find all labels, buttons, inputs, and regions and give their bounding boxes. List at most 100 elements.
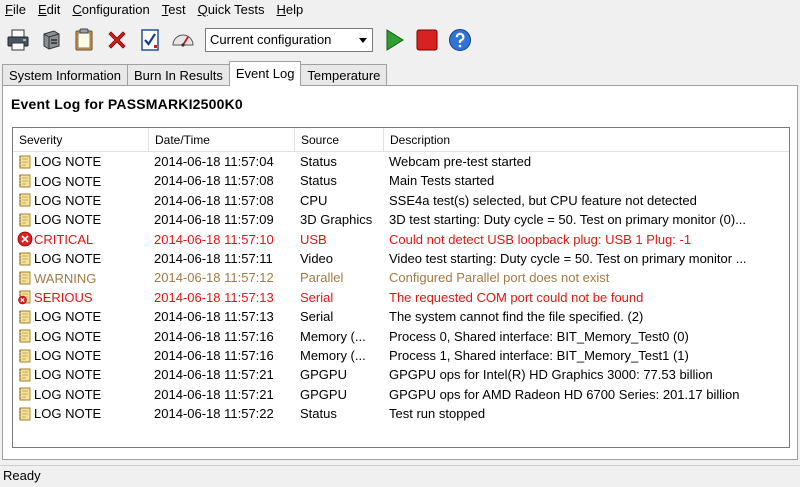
table-row[interactable]: LOG NOTE 2014-06-18 11:57:22 Status Test ru… bbox=[13, 404, 789, 423]
list-body: LOG NOTE 2014-06-18 11:57:04 Status Webcam … bbox=[13, 152, 789, 423]
severity-cell: LOG NOTE bbox=[13, 385, 149, 404]
datetime-cell: 2014-06-18 11:57:09 bbox=[154, 212, 274, 228]
table-row[interactable]: LOG NOTE 2014-06-18 11:57:08 CPU SSE4a test… bbox=[13, 191, 789, 210]
severity-cell: CRITICAL bbox=[13, 230, 149, 249]
description-cell: Configured Parallel port does not exist bbox=[389, 270, 610, 286]
table-row[interactable]: LOG NOTE 2014-06-18 11:57:21 GPGPU GPGPU op… bbox=[13, 365, 789, 384]
severity-label: LOG NOTE bbox=[34, 367, 102, 383]
column-header-description[interactable]: Description bbox=[384, 128, 789, 151]
table-row[interactable]: LOG NOTE 2014-06-18 11:57:08 Status Main Te… bbox=[13, 171, 789, 190]
datetime-cell: 2014-06-18 11:57:10 bbox=[154, 231, 274, 247]
device-icon bbox=[43, 30, 60, 50]
table-row[interactable]: LOG NOTE 2014-06-18 11:57:09 3D Graphics 3D… bbox=[13, 210, 789, 229]
stop-button[interactable] bbox=[412, 25, 442, 55]
column-header-severity[interactable]: Severity bbox=[13, 128, 149, 151]
column-header-datetime[interactable]: Date/Time bbox=[149, 128, 295, 151]
severity-label: LOG NOTE bbox=[34, 192, 102, 208]
description-cell: SSE4a test(s) selected, but CPU feature … bbox=[389, 192, 697, 208]
print-button[interactable] bbox=[3, 25, 33, 55]
table-row[interactable]: SERIOUS 2014-06-18 11:57:13 Serial The requ… bbox=[13, 288, 789, 307]
run-button[interactable] bbox=[379, 25, 409, 55]
menu-test[interactable]: Test bbox=[156, 1, 192, 19]
delete-button[interactable] bbox=[102, 25, 132, 55]
description-cell: The requested COM port could not be foun… bbox=[389, 289, 644, 305]
datetime-cell: 2014-06-18 11:57:12 bbox=[154, 270, 274, 286]
table-row[interactable]: WARNING 2014-06-18 11:57:12 Parallel Config… bbox=[13, 268, 789, 287]
menu-bar: File Edit Configuration Test Quick Tests… bbox=[0, 0, 800, 20]
menu-file[interactable]: File bbox=[0, 1, 32, 19]
source-cell: Status bbox=[300, 406, 337, 422]
help-button[interactable] bbox=[445, 25, 475, 55]
severity-label: LOG NOTE bbox=[34, 154, 102, 170]
tab-burn-in-results[interactable]: Burn In Results bbox=[127, 64, 230, 86]
log-note-icon bbox=[19, 349, 31, 363]
log-note-icon bbox=[19, 194, 31, 207]
severity-label: LOG NOTE bbox=[34, 406, 102, 422]
severity-label: CRITICAL bbox=[34, 231, 94, 247]
log-note-icon bbox=[19, 252, 31, 266]
play-icon bbox=[386, 29, 404, 51]
severity-label: LOG NOTE bbox=[34, 251, 102, 267]
severity-label: LOG NOTE bbox=[34, 348, 102, 364]
severity-cell: WARNING bbox=[13, 268, 149, 287]
log-note-icon bbox=[19, 310, 31, 324]
toolbar: Current configuration bbox=[0, 21, 800, 59]
datetime-cell: 2014-06-18 11:57:22 bbox=[154, 406, 274, 422]
status-text: Ready bbox=[3, 468, 41, 483]
tab-system-information[interactable]: System Information bbox=[2, 64, 128, 86]
source-cell: 3D Graphics bbox=[300, 212, 373, 228]
description-cell: Could not detect USB loopback plug: USB … bbox=[389, 231, 692, 247]
menu-help[interactable]: Help bbox=[271, 1, 310, 19]
event-log-list[interactable]: Severity Date/Time Source Description LO… bbox=[12, 127, 790, 448]
source-cell: USB bbox=[300, 231, 327, 247]
severity-cell: LOG NOTE bbox=[13, 171, 149, 190]
severity-cell: LOG NOTE bbox=[13, 365, 149, 384]
datetime-cell: 2014-06-18 11:57:16 bbox=[154, 347, 274, 363]
datetime-cell: 2014-06-18 11:57:16 bbox=[154, 328, 274, 344]
description-cell: GPGPU ops for Intel(R) HD Graphics 3000:… bbox=[389, 367, 713, 383]
source-cell: Memory (... bbox=[300, 328, 366, 344]
table-row[interactable]: LOG NOTE 2014-06-18 11:57:11 Video Video te… bbox=[13, 249, 789, 268]
menu-quick-tests[interactable]: Quick Tests bbox=[192, 1, 271, 19]
source-cell: GPGPU bbox=[300, 367, 347, 383]
description-cell: Main Tests started bbox=[389, 173, 495, 189]
log-note-icon bbox=[19, 213, 31, 227]
severity-label: WARNING bbox=[34, 270, 97, 286]
critical-error-icon bbox=[17, 231, 33, 247]
severity-cell: LOG NOTE bbox=[13, 346, 149, 365]
speedometer-button[interactable] bbox=[168, 25, 198, 55]
table-row[interactable]: LOG NOTE 2014-06-18 11:57:16 Memory (... Pr… bbox=[13, 327, 789, 346]
table-row[interactable]: LOG NOTE 2014-06-18 11:57:13 Serial The sys… bbox=[13, 307, 789, 326]
log-note-icon bbox=[19, 407, 31, 421]
log-note-icon bbox=[19, 155, 31, 169]
column-header-source[interactable]: Source bbox=[295, 128, 384, 151]
severity-cell: LOG NOTE bbox=[13, 404, 149, 423]
datetime-cell: 2014-06-18 11:57:04 bbox=[154, 154, 274, 169]
table-row[interactable]: CRITICAL 2014-06-18 11:57:10 USB Could not … bbox=[13, 230, 789, 249]
source-cell: Memory (... bbox=[300, 347, 366, 363]
severity-label: LOG NOTE bbox=[34, 386, 102, 402]
menu-configuration[interactable]: Configuration bbox=[66, 1, 155, 19]
log-note-icon bbox=[19, 387, 31, 401]
device-button[interactable] bbox=[36, 25, 66, 55]
description-cell: Webcam pre-test started bbox=[389, 154, 532, 169]
source-cell: Video bbox=[300, 250, 334, 266]
configuration-select[interactable]: Current configuration bbox=[205, 28, 373, 52]
table-row[interactable]: LOG NOTE 2014-06-18 11:57:04 Status Webcam … bbox=[13, 152, 789, 171]
datetime-cell: 2014-06-18 11:57:08 bbox=[154, 192, 274, 208]
event-log-panel: Event Log for PASSMARKI2500K0 Severity D… bbox=[2, 85, 798, 460]
clipboard-button[interactable] bbox=[69, 25, 99, 55]
table-row[interactable]: LOG NOTE 2014-06-18 11:57:16 Memory (... Pr… bbox=[13, 346, 789, 365]
tab-temperature[interactable]: Temperature bbox=[300, 64, 388, 86]
datetime-cell: 2014-06-18 11:57:11 bbox=[154, 250, 273, 266]
menu-edit[interactable]: Edit bbox=[32, 1, 66, 19]
datetime-cell: 2014-06-18 11:57:13 bbox=[154, 309, 274, 325]
clipboard-icon bbox=[75, 28, 93, 51]
checklist-button[interactable] bbox=[135, 25, 165, 55]
description-cell: Process 0, Shared interface: BIT_Memory_… bbox=[389, 328, 689, 344]
severity-label: LOG NOTE bbox=[34, 173, 102, 189]
table-row[interactable]: LOG NOTE 2014-06-18 11:57:21 GPGPU GPGPU op… bbox=[13, 385, 789, 404]
description-cell: Process 1, Shared interface: BIT_Memory_… bbox=[389, 347, 689, 363]
tab-event-log[interactable]: Event Log bbox=[228, 61, 302, 86]
severity-cell: LOG NOTE bbox=[13, 307, 149, 326]
